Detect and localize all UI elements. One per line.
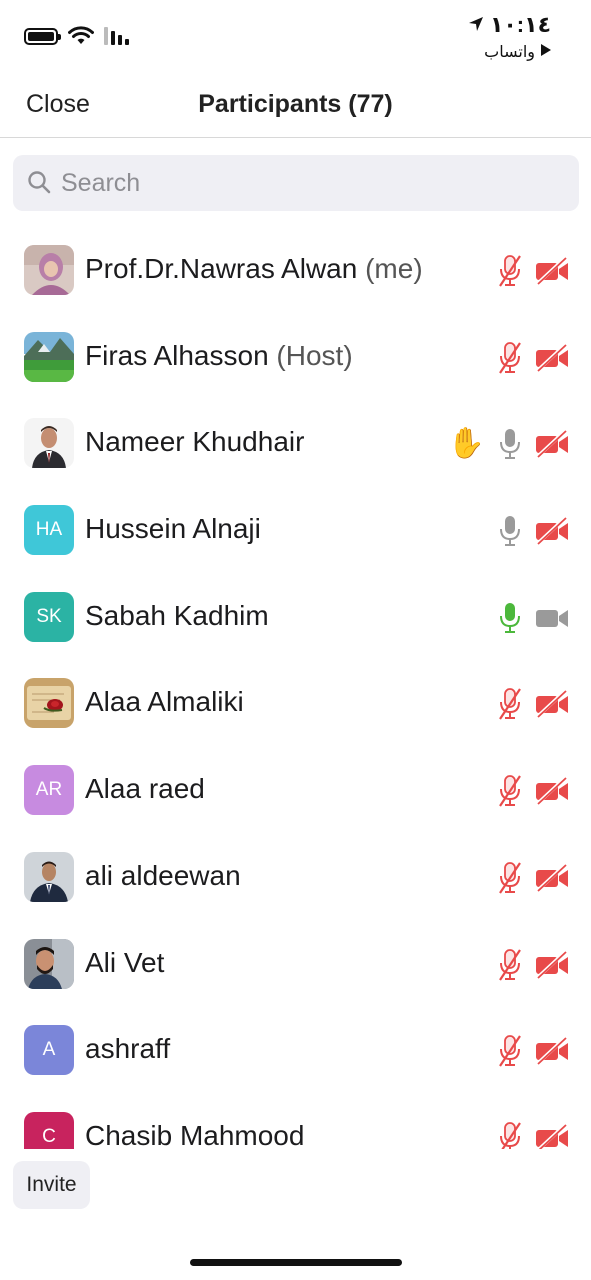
mic-muted-icon bbox=[498, 861, 522, 895]
participant-status-icons bbox=[498, 773, 569, 809]
mic-icon bbox=[498, 514, 522, 548]
participant-role-suffix: (Host) bbox=[276, 339, 353, 371]
participant-status-icons bbox=[498, 600, 569, 636]
avatar bbox=[24, 418, 74, 469]
back-app-label: واتساب bbox=[484, 44, 535, 61]
video-off-icon bbox=[535, 690, 569, 719]
participant-name: Alaa raed bbox=[85, 773, 205, 805]
video-off-icon bbox=[535, 1037, 569, 1066]
raised-hand-icon: ✋ bbox=[447, 427, 485, 461]
participant-name: Prof.Dr.Nawras Alwan (me) bbox=[85, 253, 423, 285]
mic-muted-icon bbox=[498, 948, 522, 982]
participant-row[interactable]: HA Hussein Alnaji bbox=[0, 487, 591, 574]
participant-name: Chasib Mahmood bbox=[85, 1120, 304, 1149]
navigation-bar: Close Participants (77) bbox=[0, 70, 591, 138]
participant-name-text: Nameer Khudhair bbox=[85, 426, 305, 458]
avatar: C bbox=[24, 1111, 74, 1149]
participant-status-icons bbox=[498, 513, 569, 549]
status-right: ١٠:١٤ واتساب bbox=[468, 12, 551, 62]
signal-icon bbox=[104, 27, 130, 45]
participant-status-icons bbox=[498, 1120, 569, 1149]
mic-muted-icon bbox=[498, 341, 522, 375]
avatar bbox=[24, 678, 74, 729]
participant-name-text: Prof.Dr.Nawras Alwan bbox=[85, 253, 358, 284]
status-bar: ١٠:١٤ واتساب bbox=[0, 0, 591, 70]
participant-role-suffix: (me) bbox=[365, 253, 423, 284]
mic-muted-icon bbox=[498, 1121, 522, 1149]
participant-name: Firas Alhasson (Host) bbox=[85, 340, 353, 372]
status-icons-left bbox=[24, 26, 130, 46]
search-bar[interactable] bbox=[13, 155, 579, 211]
participant-row[interactable]: Ali Vet bbox=[0, 921, 591, 1008]
participant-status-icons bbox=[498, 860, 569, 896]
participant-row[interactable]: SK Sabah Kadhim bbox=[0, 574, 591, 661]
clock-time: ١٠:١٤ bbox=[489, 12, 551, 37]
mic-icon bbox=[498, 427, 522, 461]
participant-status-icons bbox=[498, 253, 569, 289]
participant-name-text: Firas Alhasson bbox=[85, 339, 269, 371]
search-icon bbox=[27, 170, 51, 199]
video-off-icon bbox=[535, 777, 569, 806]
avatar: HA bbox=[24, 505, 74, 556]
participant-name: Hussein Alnaji bbox=[85, 513, 261, 545]
participant-row[interactable]: C Chasib Mahmood bbox=[0, 1094, 591, 1149]
participant-row[interactable]: Aashraff bbox=[0, 1007, 591, 1094]
participant-name: Ali Vet bbox=[85, 947, 164, 979]
participant-name: ali aldeewan bbox=[85, 860, 241, 892]
mic-muted-icon bbox=[498, 687, 522, 721]
avatar bbox=[24, 938, 74, 989]
participant-name-text: Chasib Mahmood bbox=[85, 1119, 305, 1149]
participant-name-text: Hussein Alnaji bbox=[85, 513, 261, 545]
video-off-icon bbox=[535, 950, 569, 979]
participant-name: ashraff bbox=[85, 1033, 170, 1065]
mic-muted-icon bbox=[498, 1034, 522, 1068]
participant-name-text: Alaa Almaliki bbox=[85, 686, 244, 718]
avatar bbox=[24, 245, 74, 295]
participant-row[interactable]: Alaa Almaliki bbox=[0, 660, 591, 747]
participant-name: Nameer Khudhair bbox=[85, 426, 304, 458]
video-camera-icon bbox=[535, 604, 569, 632]
participant-row[interactable]: AR Alaa raed bbox=[0, 747, 591, 834]
participant-row[interactable]: Nameer Khudhair ✋ bbox=[0, 400, 591, 487]
participant-name: Alaa Almaliki bbox=[85, 686, 244, 718]
participant-name: Sabah Kadhim bbox=[85, 600, 269, 632]
participant-name-text: Ali Vet bbox=[85, 946, 165, 978]
mic-muted-icon bbox=[498, 774, 522, 808]
wifi-icon bbox=[68, 26, 94, 46]
participant-status-icons bbox=[498, 947, 569, 983]
participant-name-text: ashraff bbox=[85, 1033, 171, 1065]
participant-name-text: Sabah Kadhim bbox=[85, 599, 269, 631]
avatar: A bbox=[24, 1025, 74, 1076]
mic-icon bbox=[498, 601, 522, 635]
battery-icon bbox=[24, 27, 61, 45]
home-indicator[interactable] bbox=[190, 1259, 402, 1266]
participant-status-icons bbox=[498, 340, 569, 376]
participant-status-icons: ✋ bbox=[448, 426, 569, 462]
location-arrow-icon bbox=[468, 12, 484, 38]
play-triangle-icon bbox=[541, 43, 551, 61]
mic-muted-icon bbox=[498, 254, 522, 288]
invite-button[interactable]: Invite bbox=[13, 1161, 90, 1209]
video-off-icon bbox=[535, 343, 569, 372]
video-off-icon bbox=[535, 863, 569, 892]
participant-name-text: Alaa raed bbox=[85, 773, 205, 805]
participant-row[interactable]: ali aldeewan bbox=[0, 834, 591, 921]
avatar: SK bbox=[24, 591, 74, 642]
video-off-icon bbox=[535, 430, 569, 459]
avatar bbox=[24, 331, 74, 382]
participant-status-icons bbox=[498, 686, 569, 722]
avatar: AR bbox=[24, 765, 74, 816]
participant-row[interactable]: Prof.Dr.Nawras Alwan (me) bbox=[0, 227, 591, 314]
video-off-icon bbox=[535, 257, 569, 285]
video-off-icon bbox=[535, 517, 569, 546]
participant-name-text: ali aldeewan bbox=[85, 859, 241, 891]
participant-row[interactable]: Firas Alhasson (Host) bbox=[0, 314, 591, 401]
participant-list[interactable]: Prof.Dr.Nawras Alwan (me) Firas Alhasson … bbox=[0, 227, 591, 1149]
video-off-icon bbox=[535, 1123, 569, 1149]
avatar bbox=[24, 851, 74, 902]
page-title: Participants (77) bbox=[198, 90, 393, 118]
back-to-app-link[interactable]: واتساب bbox=[468, 42, 551, 62]
search-input[interactable] bbox=[61, 155, 561, 211]
participant-status-icons bbox=[498, 1033, 569, 1069]
